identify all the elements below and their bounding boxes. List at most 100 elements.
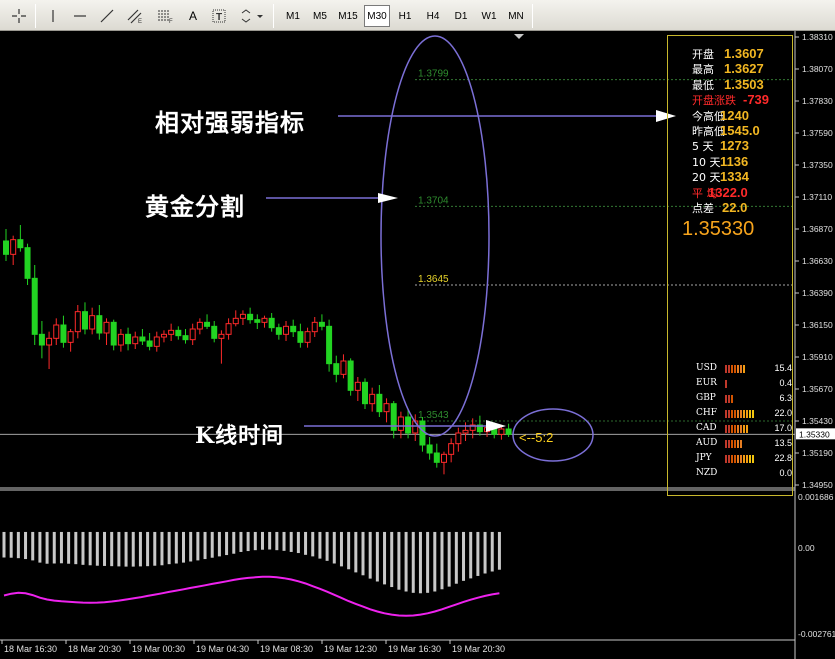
- histogram-bar: [304, 531, 308, 555]
- histogram-bar: [390, 531, 394, 588]
- histogram-bar: [189, 531, 193, 562]
- histogram-bar: [418, 531, 422, 594]
- candle-body: [283, 325, 290, 335]
- price-axis-label: 1.37350: [802, 160, 833, 170]
- currency-strength-row: GBP 6.3: [696, 393, 792, 407]
- price-axis-label: 1.34950: [802, 480, 833, 490]
- time-axis-label: 18 Mar 20:30: [68, 644, 121, 654]
- chart-toolbar: E F A T M1 M5 M15 M30 H1 H4 D1 W1 MN: [0, 0, 835, 31]
- histogram-bar: [411, 531, 415, 593]
- vertical-line-icon[interactable]: [43, 5, 63, 27]
- candle-body: [304, 331, 311, 343]
- candle-body: [505, 428, 512, 435]
- candle-body: [347, 360, 354, 391]
- horizontal-line-icon[interactable]: [70, 5, 90, 27]
- candle-body: [254, 319, 261, 323]
- histogram-bar: [59, 531, 63, 564]
- currency-strength-bar: [725, 410, 754, 418]
- arrows-dropdown-icon[interactable]: [238, 5, 266, 27]
- candle-body: [38, 333, 45, 346]
- info-row-label: 点差: [692, 202, 714, 215]
- histogram-bar: [289, 531, 293, 552]
- fib-level-label: 1.3645: [418, 274, 449, 285]
- info-row-value: 1.3503: [724, 76, 764, 92]
- price-axis-label: 1.36390: [802, 288, 833, 298]
- currency-strength-bar: [725, 425, 748, 433]
- info-row-value: 1545.0: [720, 123, 760, 138]
- currency-name: AUD: [696, 438, 718, 448]
- crosshair-icon[interactable]: [8, 5, 30, 27]
- price-axis-label: 1.35190: [802, 448, 833, 458]
- price-axis-label: 1.38310: [802, 32, 833, 42]
- info-row-label: 最高: [692, 63, 714, 77]
- histogram-bar: [103, 531, 107, 566]
- timeframe-m30-button[interactable]: M30: [364, 5, 390, 27]
- info-row-value: 22.0: [722, 200, 748, 215]
- candle-body: [160, 333, 167, 338]
- histogram-bar: [318, 531, 322, 559]
- timeframe-mn-button[interactable]: MN: [503, 5, 529, 27]
- candle-body: [333, 363, 340, 375]
- candle-body: [218, 333, 225, 339]
- fibonacci-icon[interactable]: F: [154, 5, 176, 27]
- histogram-bar: [347, 531, 351, 570]
- price-axis-label: 1.35430: [802, 416, 833, 426]
- text-tool-icon[interactable]: A: [184, 5, 202, 27]
- info-row-label: 5 天: [692, 140, 714, 154]
- candle-body: [89, 315, 96, 330]
- currency-name: NZD: [696, 468, 718, 478]
- time-axis-label: 19 Mar 08:30: [260, 644, 313, 654]
- currency-strength-bar: [725, 455, 754, 463]
- text-label-icon[interactable]: T: [208, 5, 230, 27]
- histogram-bar: [476, 531, 480, 576]
- candle-body: [362, 381, 368, 405]
- equidistant-channel-icon[interactable]: E: [124, 5, 146, 27]
- price-axis-label: 1.37590: [802, 128, 833, 138]
- candle-body: [3, 240, 9, 255]
- candle-body: [419, 420, 426, 446]
- price-axis-label: 1.36630: [802, 256, 833, 266]
- price-axis-label: 1.35910: [802, 352, 833, 362]
- currency-strength-bar: [725, 440, 742, 448]
- timeframe-h4-button[interactable]: H4: [420, 5, 446, 27]
- candle-body: [46, 337, 53, 346]
- currency-name: GBP: [696, 393, 716, 403]
- indicator-axis-label: -0.002761: [798, 629, 835, 639]
- histogram-bar: [16, 531, 20, 559]
- histogram-bar: [433, 531, 437, 592]
- histogram-bar: [260, 531, 264, 550]
- histogram-bar: [253, 531, 257, 551]
- currency-strength-row: AUD 13.5: [696, 438, 792, 452]
- histogram-bar: [368, 531, 372, 579]
- histogram-bar: [45, 531, 49, 564]
- currency-strength-row: NZD 0.0: [696, 468, 792, 482]
- candle-body: [268, 317, 275, 329]
- timeframe-m5-button[interactable]: M5: [307, 5, 333, 27]
- timeframe-m1-button[interactable]: M1: [280, 5, 306, 27]
- candle-body: [153, 336, 160, 347]
- trendline-icon[interactable]: [97, 5, 117, 27]
- histogram-bar: [483, 531, 487, 574]
- price-axis-label: 1.37110: [802, 192, 832, 202]
- histogram-bar: [275, 531, 279, 551]
- candle-body: [103, 321, 110, 334]
- timeframe-m15-button[interactable]: M15: [335, 5, 361, 27]
- timeframe-h1-button[interactable]: H1: [392, 5, 418, 27]
- candle-body: [455, 432, 462, 445]
- histogram-bar: [332, 531, 336, 564]
- currency-value: 17.0: [774, 423, 792, 433]
- fib-level-label: 1.3799: [418, 69, 449, 80]
- price-axis-label: 1.36870: [802, 224, 833, 234]
- timeframe-w1-button[interactable]: W1: [476, 5, 502, 27]
- histogram-bar: [67, 531, 71, 564]
- timeframe-d1-button[interactable]: D1: [448, 5, 474, 27]
- time-axis-label: 19 Mar 20:30: [452, 644, 505, 654]
- chart-shift-marker: [514, 34, 524, 39]
- info-row-value: 1273: [720, 138, 749, 154]
- currency-value: 6.3: [779, 393, 792, 403]
- candle-body: [426, 444, 433, 454]
- histogram-bar: [95, 531, 99, 566]
- histogram-bar: [339, 531, 343, 567]
- info-row-label: 开盘涨跌: [692, 94, 736, 108]
- candle-body: [204, 321, 211, 327]
